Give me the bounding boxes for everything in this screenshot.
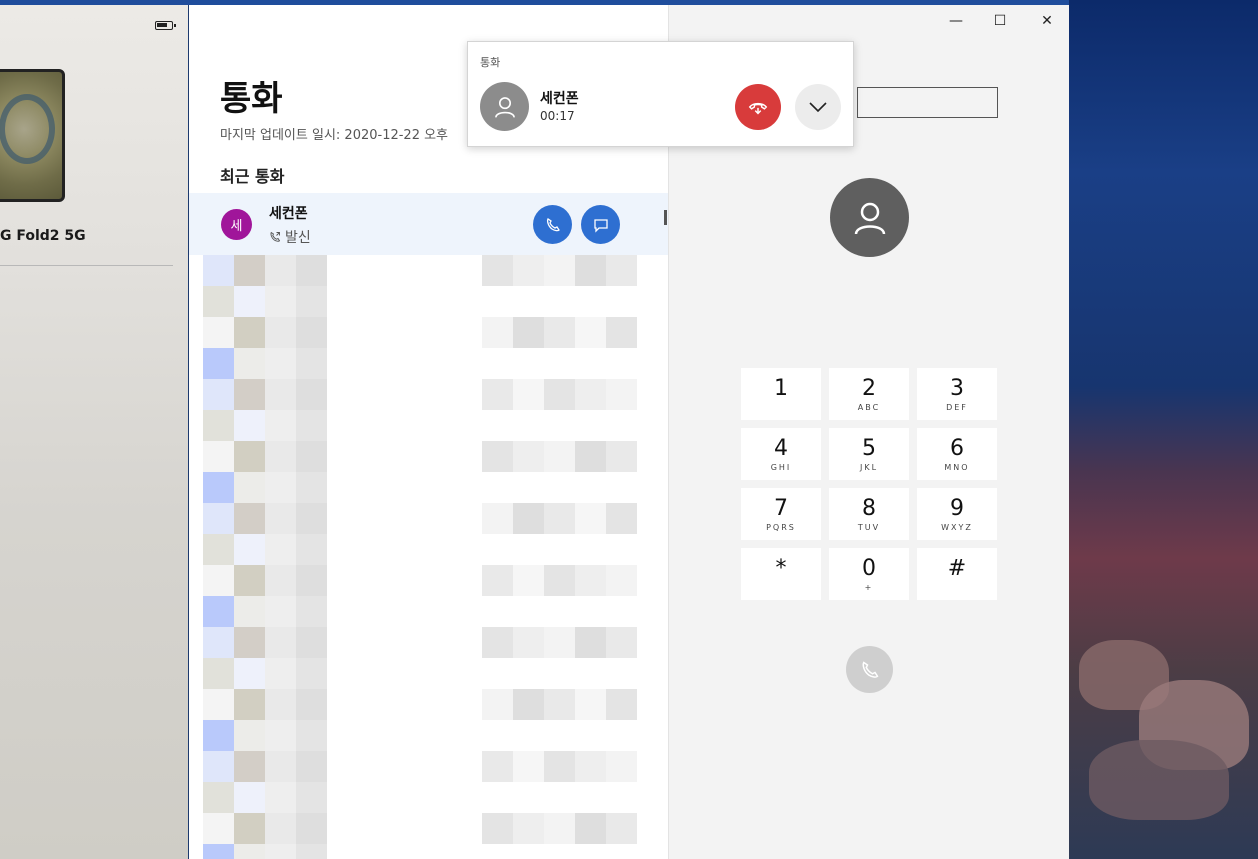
desktop-wallpaper — [1069, 0, 1258, 859]
key-letters: TUV — [857, 523, 881, 532]
keypad-key[interactable]: * — [741, 548, 821, 600]
key-digit: 2 — [862, 376, 876, 401]
key-digit: # — [947, 556, 967, 581]
key-letters: + — [864, 583, 874, 592]
key-digit: 9 — [950, 496, 964, 521]
chevron-down-icon — [809, 102, 827, 113]
key-digit: 6 — [950, 436, 964, 461]
call-button[interactable] — [533, 205, 572, 244]
keypad-key[interactable]: 2 ABC — [829, 368, 909, 420]
contact-name: 세컨폰 — [269, 206, 308, 222]
popup-title: 통화 — [480, 56, 501, 69]
key-letters: JKL — [859, 463, 879, 472]
person-icon — [854, 202, 885, 234]
expand-call-button[interactable] — [795, 84, 841, 130]
keypad-key[interactable]: 6 MNO — [917, 428, 997, 480]
message-button[interactable] — [581, 205, 620, 244]
person-icon — [494, 96, 515, 118]
key-digit: 4 — [774, 436, 788, 461]
hang-up-icon — [748, 102, 768, 115]
close-button[interactable]: ✕ — [1032, 11, 1062, 31]
key-digit: 5 — [862, 436, 876, 461]
recent-calls-header: 최근 통화 — [220, 167, 285, 186]
key-letters: WXYZ — [941, 523, 973, 532]
active-call-popup: 통화 세컨폰 00:17 — [467, 41, 854, 147]
key-digit: 3 — [950, 376, 964, 401]
call-timer: 00:17 — [540, 109, 575, 123]
phone-icon — [546, 217, 560, 231]
battery-icon — [155, 21, 176, 30]
recent-call-row[interactable]: 세 세컨폰 발신 — [189, 193, 668, 255]
keypad-key[interactable]: 0 + — [829, 548, 909, 600]
keypad-key[interactable]: 8 TUV — [829, 488, 909, 540]
keypad-key[interactable]: # — [917, 548, 997, 600]
contact-avatar — [830, 178, 909, 257]
device-name: G Fold2 5G — [0, 228, 86, 244]
keypad-key[interactable]: 5 JKL — [829, 428, 909, 480]
key-letters: MNO — [944, 463, 970, 472]
key-letters: PQRS — [766, 523, 796, 532]
outgoing-call-icon — [270, 231, 281, 242]
key-letters: GHI — [770, 463, 792, 472]
divider — [0, 265, 173, 266]
phone-number-input[interactable] — [857, 87, 998, 118]
keypad-key[interactable]: 1 — [741, 368, 821, 420]
key-digit: * — [775, 556, 787, 581]
hang-up-button[interactable] — [735, 84, 781, 130]
key-letters: ABC — [857, 403, 881, 412]
caller-name: 세컨폰 — [540, 91, 579, 107]
chat-icon — [593, 218, 608, 233]
caller-avatar — [480, 82, 529, 131]
device-wallpaper-thumbnail[interactable] — [0, 69, 65, 202]
call-type: 발신 — [269, 227, 311, 247]
keypad-key[interactable]: 3 DEF — [917, 368, 997, 420]
call-type-label: 발신 — [285, 230, 311, 246]
keypad-key[interactable]: 4 GHI — [741, 428, 821, 480]
last-updated-text: 마지막 업데이트 일시: 2020-12-22 오후 — [220, 128, 449, 143]
key-letters: DEF — [946, 403, 968, 412]
key-digit: 1 — [774, 376, 788, 401]
key-digit: 7 — [774, 496, 788, 521]
phone-icon — [862, 660, 878, 678]
keypad-key[interactable]: 9 WXYZ — [917, 488, 997, 540]
key-digit: 8 — [862, 496, 876, 521]
scrollbar[interactable] — [664, 210, 667, 225]
blurred-call-list — [203, 255, 637, 859]
page-title: 통화 — [220, 79, 283, 119]
dial-call-button[interactable] — [846, 646, 893, 693]
keypad-key[interactable]: 7 PQRS — [741, 488, 821, 540]
maximize-button[interactable]: ☐ — [985, 11, 1015, 31]
avatar: 세 — [221, 209, 252, 240]
minimize-button[interactable]: — — [941, 11, 971, 31]
key-digit: 0 — [862, 556, 876, 581]
device-panel: G Fold2 5G — [0, 5, 188, 859]
